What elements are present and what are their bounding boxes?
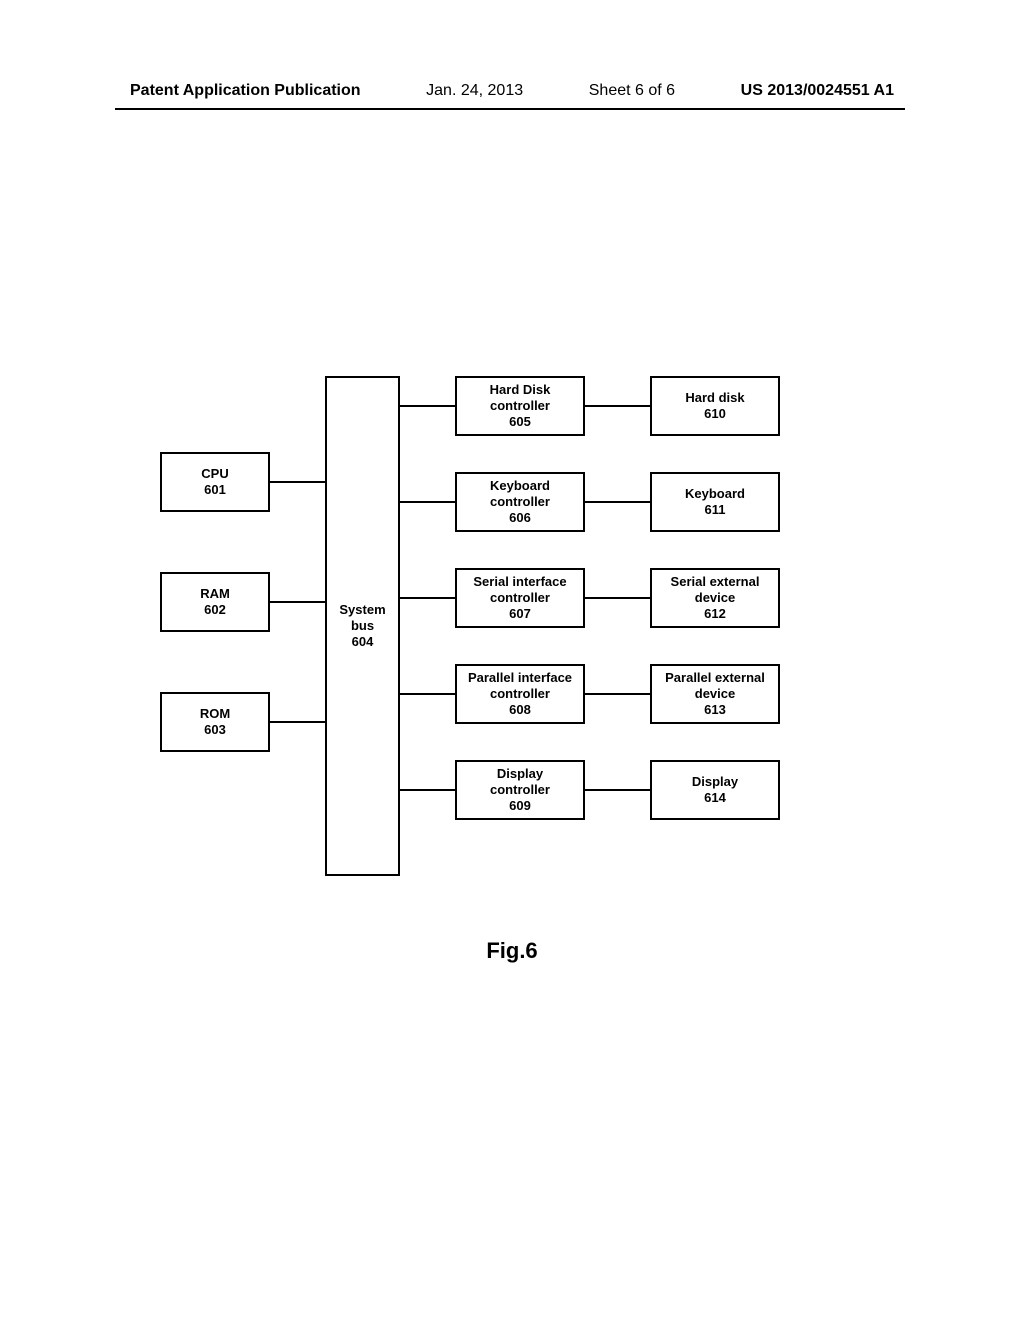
block-ram: RAM 602 xyxy=(160,572,270,632)
connector xyxy=(585,693,650,695)
block-label: controller xyxy=(490,398,550,414)
block-ref: 609 xyxy=(509,798,531,814)
connector xyxy=(400,789,455,791)
block-ref: 608 xyxy=(509,702,531,718)
block-label: Parallel interface xyxy=(468,670,572,686)
block-parallel-external-device: Parallel external device 613 xyxy=(650,664,780,724)
block-parallel-interface-controller: Parallel interface controller 608 xyxy=(455,664,585,724)
block-ref: 614 xyxy=(704,790,726,806)
connector xyxy=(270,601,325,603)
block-ref: 613 xyxy=(704,702,726,718)
block-display-controller: Display controller 609 xyxy=(455,760,585,820)
block-serial-interface-controller: Serial interface controller 607 xyxy=(455,568,585,628)
block-label: ROM xyxy=(200,706,230,722)
block-label: Keyboard xyxy=(490,478,550,494)
block-cpu: CPU 601 xyxy=(160,452,270,512)
block-label: controller xyxy=(490,494,550,510)
block-diagram: CPU 601 RAM 602 ROM 603 System bus 604 H… xyxy=(160,380,800,890)
block-keyboard: Keyboard 611 xyxy=(650,472,780,532)
connector xyxy=(400,597,455,599)
block-system-bus: System bus 604 xyxy=(325,376,400,876)
block-label: bus xyxy=(351,618,374,634)
figure-label: Fig.6 xyxy=(0,938,1024,964)
block-label: controller xyxy=(490,686,550,702)
block-label: Display xyxy=(497,766,543,782)
block-keyboard-controller: Keyboard controller 606 xyxy=(455,472,585,532)
block-label: Hard Disk xyxy=(490,382,551,398)
block-label: Parallel external xyxy=(665,670,765,686)
block-ref: 602 xyxy=(204,602,226,618)
block-ref: 610 xyxy=(704,406,726,422)
block-ref: 611 xyxy=(705,502,726,518)
block-display: Display 614 xyxy=(650,760,780,820)
connector xyxy=(585,597,650,599)
document-number: US 2013/0024551 A1 xyxy=(741,82,894,100)
block-label: Serial interface xyxy=(473,574,566,590)
block-label: Keyboard xyxy=(685,486,745,502)
block-label: device xyxy=(695,686,735,702)
connector xyxy=(585,405,650,407)
block-label: controller xyxy=(490,590,550,606)
block-ref: 603 xyxy=(204,722,226,738)
publication-label: Patent Application Publication xyxy=(130,82,361,100)
page-header: Patent Application Publication Jan. 24, … xyxy=(0,82,1024,100)
block-label: System xyxy=(339,602,385,618)
block-label: Serial external xyxy=(671,574,760,590)
block-label: Display xyxy=(692,774,738,790)
block-hard-disk: Hard disk 610 xyxy=(650,376,780,436)
block-ref: 605 xyxy=(509,414,531,430)
connector xyxy=(270,721,325,723)
block-ref: 601 xyxy=(204,482,226,498)
connector xyxy=(400,501,455,503)
sheet-number: Sheet 6 of 6 xyxy=(589,82,675,100)
header-rule xyxy=(115,108,905,110)
connector xyxy=(400,405,455,407)
block-label: controller xyxy=(490,782,550,798)
block-label: RAM xyxy=(200,586,230,602)
connector xyxy=(585,789,650,791)
block-label: CPU xyxy=(201,466,228,482)
connector xyxy=(585,501,650,503)
publication-date: Jan. 24, 2013 xyxy=(426,82,523,100)
connector xyxy=(270,481,325,483)
block-ref: 604 xyxy=(352,634,374,650)
block-ref: 607 xyxy=(509,606,531,622)
block-rom: ROM 603 xyxy=(160,692,270,752)
block-hard-disk-controller: Hard Disk controller 605 xyxy=(455,376,585,436)
block-label: device xyxy=(695,590,735,606)
block-serial-external-device: Serial external device 612 xyxy=(650,568,780,628)
block-ref: 612 xyxy=(704,606,726,622)
connector xyxy=(400,693,455,695)
block-label: Hard disk xyxy=(685,390,744,406)
block-ref: 606 xyxy=(509,510,531,526)
